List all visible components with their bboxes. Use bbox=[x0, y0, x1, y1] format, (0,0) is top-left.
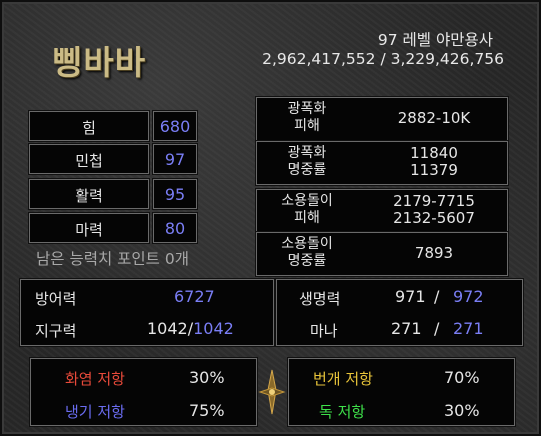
lightning-resist-value: 70% bbox=[444, 368, 480, 387]
mana-current: 271 bbox=[391, 319, 422, 338]
berserk-damage-label-line1: 광폭화 bbox=[287, 101, 327, 117]
dexterity-value-box: 97 bbox=[153, 144, 197, 174]
resist-left-box: 화염 저항 30% 냉기 저항 75% bbox=[30, 358, 257, 426]
berserk-damage-label: 광폭화 피해 bbox=[257, 101, 357, 135]
strength-label: 힘 bbox=[82, 119, 96, 137]
lightning-resist-label: 번개 저항 bbox=[313, 370, 373, 388]
resist-right-box: 번개 저항 70% 독 저항 30% bbox=[288, 358, 515, 426]
ornament-icon bbox=[258, 369, 286, 415]
vitality-value-box: 95 bbox=[153, 179, 197, 209]
whirlwind-damage-label: 소용돌이 피해 bbox=[257, 193, 357, 227]
stamina-max: 1042 bbox=[193, 319, 234, 338]
berserk-ar-label-line1: 광폭화 bbox=[287, 145, 327, 161]
cold-resist-value: 75% bbox=[189, 401, 225, 420]
character-name: 삥바바 bbox=[52, 43, 147, 82]
whirlwind-damage-label-line1: 소용돌이 bbox=[281, 193, 333, 209]
life-label: 생명력 bbox=[299, 290, 341, 308]
mana-separator: / bbox=[434, 319, 440, 338]
vitality-label: 활력 bbox=[75, 187, 103, 205]
poison-resist-label: 독 저항 bbox=[319, 403, 366, 421]
strength-label-box: 힘 bbox=[29, 111, 149, 141]
berserk-damage-label-line2: 피해 bbox=[294, 118, 320, 134]
stamina-value: 1042/1042 bbox=[147, 319, 234, 338]
stamina-current: 1042 bbox=[147, 319, 188, 338]
whirlwind-ar-label-line1: 소용돌이 bbox=[281, 236, 333, 252]
fire-resist-label: 화염 저항 bbox=[65, 370, 125, 388]
berserk-ar-row: 광폭화 명중률 11840 11379 bbox=[256, 141, 508, 185]
poison-resist-value: 30% bbox=[444, 401, 480, 420]
dexterity-value: 97 bbox=[164, 150, 186, 169]
level-class: 97 레벨 야만용사 bbox=[377, 31, 493, 49]
whirlwind-ar-row: 소용돌이 명중률 7893 bbox=[256, 232, 508, 276]
whirlwind-ar-value: 7893 bbox=[414, 244, 454, 262]
mana-max: 271 bbox=[453, 319, 484, 338]
whirlwind-damage-values: 2179-7715 2132-5607 bbox=[361, 193, 507, 227]
berserk-ar-value-line1: 11840 bbox=[410, 144, 458, 162]
mana-label: 마나 bbox=[310, 322, 338, 340]
berserk-ar-label-line2: 명중률 bbox=[287, 162, 327, 178]
remaining-stat-points: 남은 능력치 포인트 0개 bbox=[36, 250, 189, 268]
life-separator: / bbox=[434, 287, 440, 306]
dexterity-label-box: 민첩 bbox=[29, 144, 149, 174]
berserk-damage-row: 광폭화 피해 2882-10K bbox=[256, 97, 508, 141]
whirlwind-damage-value-line1: 2179-7715 bbox=[393, 192, 475, 210]
whirlwind-damage-row: 소용돌이 피해 2179-7715 2132-5607 bbox=[256, 189, 508, 233]
whirlwind-ar-label: 소용돌이 명중률 bbox=[257, 236, 357, 270]
berserk-damage-value: 2882-10K bbox=[397, 109, 471, 127]
vitality-value: 95 bbox=[164, 185, 186, 204]
dexterity-label: 민첩 bbox=[75, 152, 103, 170]
berserk-ar-label: 광폭화 명중률 bbox=[257, 145, 357, 179]
whirlwind-ar-label-line2: 명중률 bbox=[287, 253, 327, 269]
defense-stamina-box: 방어력 6727 지구력 1042/1042 bbox=[20, 279, 274, 346]
life-mana-box: 생명력 971 / 972 마나 271 / 271 bbox=[276, 279, 523, 346]
whirlwind-damage-value-line2: 2132-5607 bbox=[393, 209, 475, 227]
cold-resist-label: 냉기 저항 bbox=[65, 403, 125, 421]
life-current: 971 bbox=[395, 287, 426, 306]
energy-label: 마력 bbox=[75, 221, 103, 239]
stamina-label: 지구력 bbox=[35, 322, 77, 340]
character-stats-panel: 삥바바 97 레벨 야만용사 2,962,417,552 / 3,229,426… bbox=[0, 0, 541, 436]
life-max: 972 bbox=[453, 287, 484, 306]
energy-label-box: 마력 bbox=[29, 213, 149, 243]
energy-value-box: 80 bbox=[153, 213, 197, 243]
fire-resist-value: 30% bbox=[189, 368, 225, 387]
defense-value: 6727 bbox=[174, 287, 215, 306]
berserk-ar-values: 11840 11379 bbox=[361, 145, 507, 179]
whirlwind-damage-label-line2: 피해 bbox=[294, 210, 320, 226]
energy-value: 80 bbox=[164, 219, 186, 238]
experience-value: 2,962,417,552 / 3,229,426,756 bbox=[262, 50, 504, 68]
strength-value-box: 680 bbox=[153, 111, 197, 141]
vitality-label-box: 활력 bbox=[29, 179, 149, 209]
berserk-ar-value-line2: 11379 bbox=[410, 161, 458, 179]
defense-label: 방어력 bbox=[35, 290, 77, 308]
strength-value: 680 bbox=[159, 117, 191, 136]
